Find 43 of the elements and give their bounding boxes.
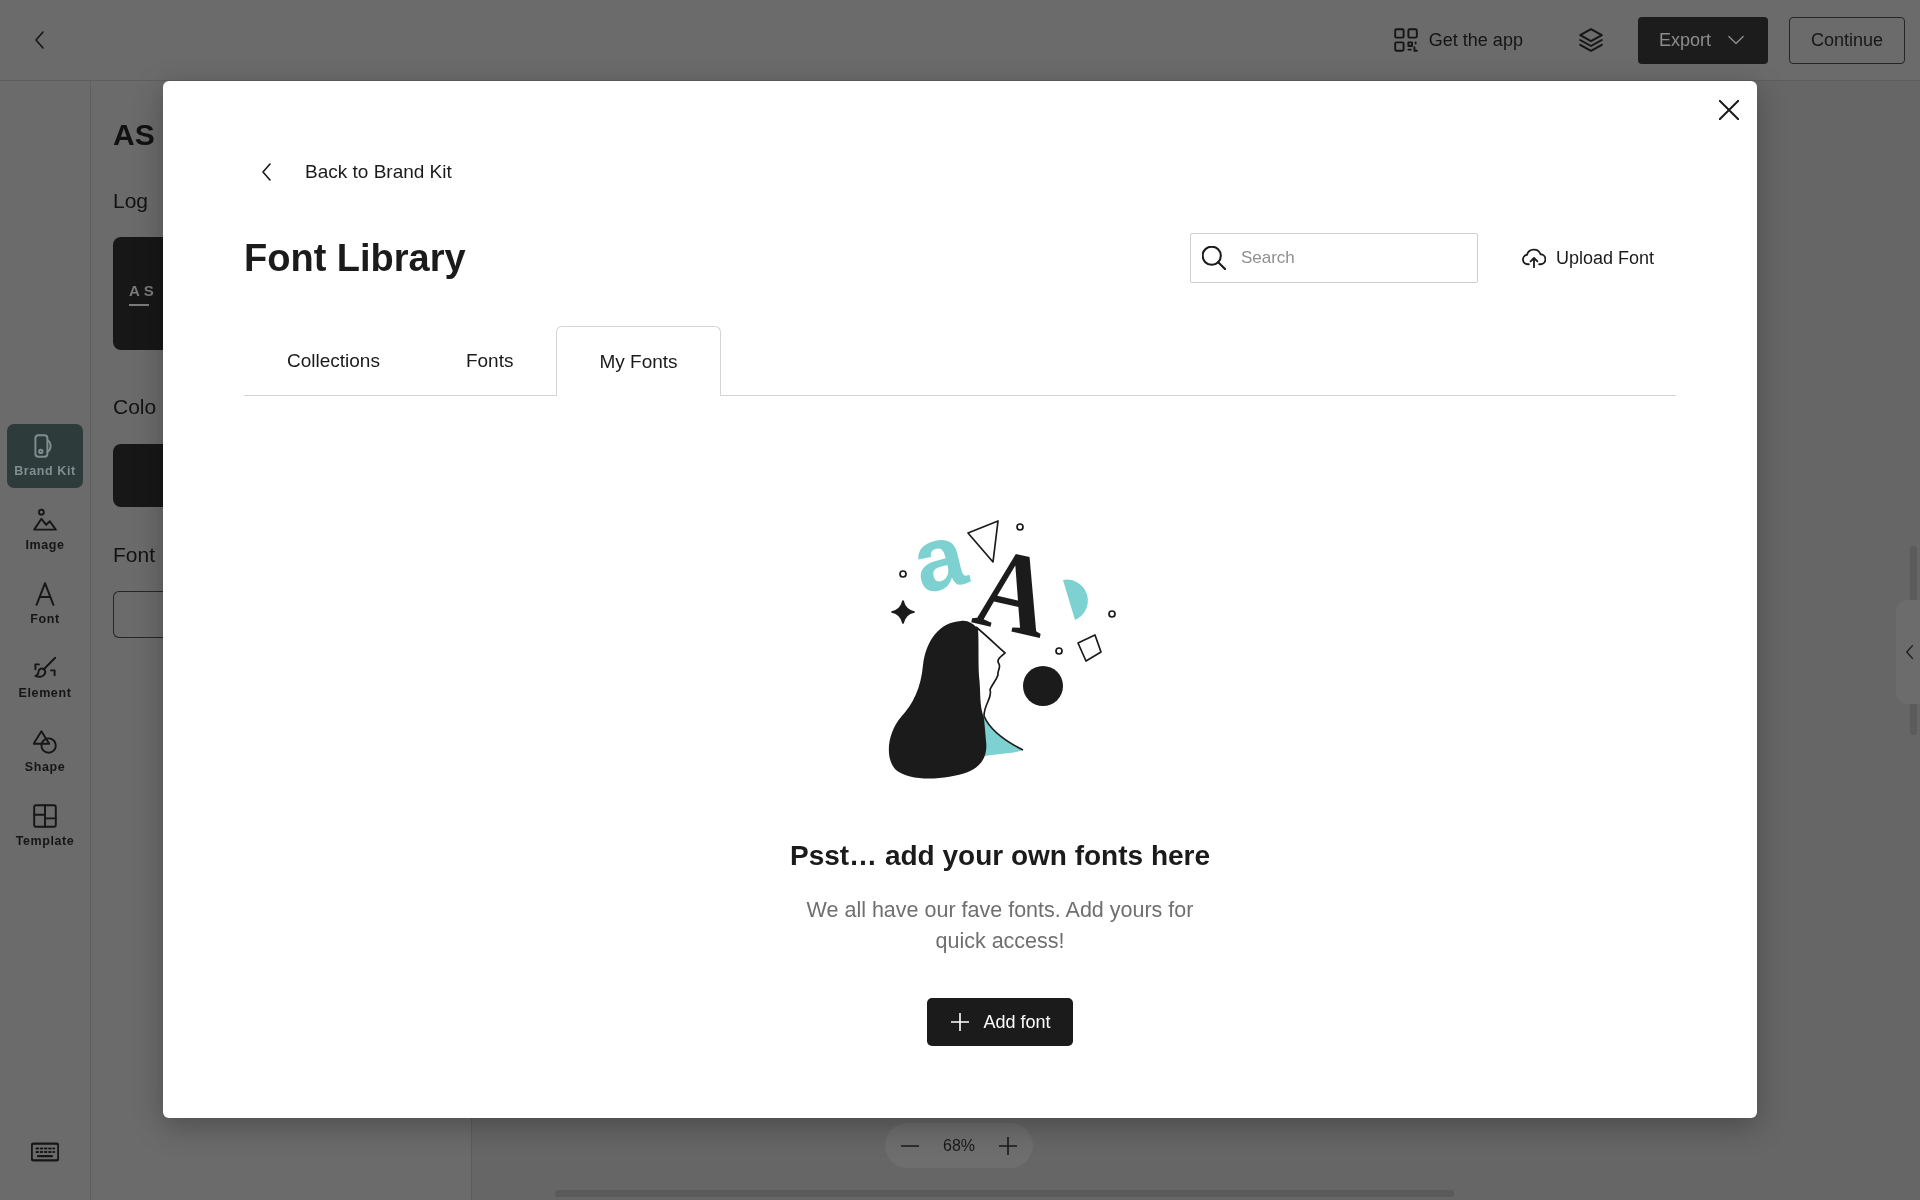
close-icon[interactable]	[1719, 100, 1739, 120]
back-to-brand-kit-link[interactable]: Back to Brand Kit	[244, 157, 452, 187]
get-app-link[interactable]: Get the app	[1393, 28, 1523, 52]
tool-rail-item[interactable]: Image	[7, 498, 83, 562]
tool-rail-item[interactable]: Element	[7, 646, 83, 710]
color-swatch[interactable]	[113, 444, 163, 507]
panel-toggle-tab[interactable]	[1896, 600, 1920, 704]
logo-thumbnail[interactable]: AS	[113, 237, 163, 350]
tab[interactable]: Collections	[244, 326, 423, 395]
illustration-letter: a	[902, 503, 976, 613]
search-field[interactable]: Search	[1189, 233, 1478, 283]
modal-title: Font Library	[244, 236, 466, 281]
plus-icon[interactable]	[999, 1136, 1017, 1155]
triangle-circle-icon	[33, 730, 57, 754]
tool-rail-item[interactable]: Shape	[7, 720, 83, 784]
tab[interactable]: My Fonts	[556, 326, 721, 396]
section-heading: Colo	[113, 394, 157, 420]
brand-kit-title: AS	[113, 117, 155, 153]
letter-a-icon	[33, 582, 57, 606]
cloud-upload-icon	[1521, 247, 1546, 269]
continue-button[interactable]: Continue	[1788, 16, 1905, 64]
chevron-left-icon	[261, 163, 272, 181]
empty-state-description: We all have our fave fonts. Add yours for quick access!	[805, 897, 1195, 955]
tool-rail-item[interactable]: Font	[7, 572, 83, 636]
zoom-level: 68%	[943, 1136, 975, 1155]
export-button[interactable]: Export	[1637, 16, 1768, 64]
logo-text: AS	[129, 281, 159, 300]
empty-state-heading: Psst… add your own fonts here	[789, 839, 1211, 873]
qr-code-icon	[1393, 28, 1418, 52]
layers-icon[interactable]	[1578, 28, 1603, 52]
tool-rail-item[interactable]: Template	[7, 794, 83, 858]
chevron-left-icon	[1904, 644, 1916, 660]
upload-font-button[interactable]: Upload Font	[1521, 247, 1654, 269]
search-icon	[1201, 246, 1226, 270]
add-font-button[interactable]: Add font	[927, 998, 1073, 1046]
mountain-image-icon	[33, 508, 57, 532]
section-heading: Font	[113, 542, 156, 568]
plus-icon	[951, 1013, 970, 1031]
brush-icon	[33, 656, 57, 680]
layout-grid-icon	[33, 804, 57, 828]
section-heading: Log	[113, 188, 149, 214]
tool-rail-item[interactable]: Brand Kit	[7, 424, 83, 488]
tab[interactable]: Fonts	[422, 326, 557, 395]
